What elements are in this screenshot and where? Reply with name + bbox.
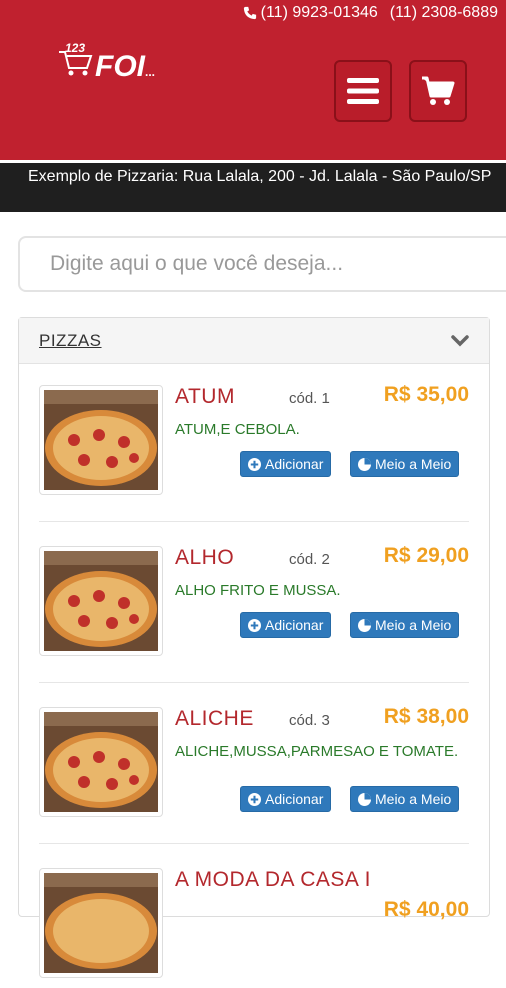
phone-icon (243, 6, 256, 20)
svg-text:...: ... (145, 65, 155, 79)
svg-text:123: 123 (65, 41, 85, 55)
search-box[interactable] (18, 236, 506, 292)
brand-logo[interactable]: 123 FOI ... (55, 38, 165, 84)
half-half-button-label: Meio a Meio (375, 791, 452, 807)
brand-logo-graphic: 123 FOI ... (59, 41, 155, 83)
add-button-label: Adicionar (265, 791, 324, 807)
product-image[interactable] (39, 868, 163, 978)
store-address-bar: Exemplo de Pizzaria: Rua Lalala, 200 - J… (0, 160, 506, 212)
product-item: ALHO cód. 2 R$ 29,00 ALHO FRITO E MUSSA.… (39, 544, 469, 666)
product-name: A MODA DA CASA I (175, 868, 371, 891)
product-image[interactable] (39, 707, 163, 817)
plus-circle-icon (248, 618, 261, 632)
phone-2[interactable]: (11) 2308-6889 (390, 4, 498, 22)
half-half-button-label: Meio a Meio (375, 456, 452, 472)
product-description: ATUM,E CEBOLA. (175, 421, 300, 438)
product-image[interactable] (39, 546, 163, 656)
half-half-button-label: Meio a Meio (375, 617, 452, 633)
product-description: ALHO FRITO E MUSSA. (175, 582, 341, 599)
category-panel: PIZZAS ATUM cód. 1 R$ 35,00 ATUM,E CEBOL… (18, 317, 490, 978)
menu-button[interactable] (334, 60, 392, 122)
add-button[interactable]: Adicionar (240, 451, 332, 477)
store-address-text: Exemplo de Pizzaria: Rua Lalala, 200 - J… (28, 168, 492, 185)
product-description: ALICHE,MUSSA,PARMESAO E TOMATE. (175, 743, 459, 760)
product-code: cód. 3 (289, 712, 330, 729)
product-code: cód. 2 (289, 551, 330, 568)
product-item: ATUM cód. 1 R$ 35,00 ATUM,E CEBOLA. Adic… (39, 383, 469, 505)
category-title[interactable]: PIZZAS (39, 331, 102, 351)
phone-1-text: (11) 9923-01346 (260, 4, 378, 21)
product-name: ATUM (175, 385, 235, 408)
product-image[interactable] (39, 385, 163, 495)
product-code: cód. 1 (289, 390, 330, 407)
pie-chart-icon (358, 618, 371, 632)
add-button-label: Adicionar (265, 456, 324, 472)
product-price: R$ 40,00 (383, 898, 469, 921)
product-item: A MODA DA CASA I R$ 40,00 (39, 868, 469, 988)
half-half-button[interactable]: Meio a Meio (350, 786, 460, 812)
phone-numbers: (11) 9923-01346 (11) 2308-6889 (243, 4, 498, 22)
pie-chart-icon (358, 792, 371, 806)
pizza-image (44, 390, 158, 490)
add-button-label: Adicionar (265, 617, 324, 633)
app-header: (11) 9923-01346 (11) 2308-6889 123 FOI .… (0, 0, 506, 160)
plus-circle-icon (248, 792, 261, 806)
divider (39, 682, 469, 683)
product-price: R$ 35,00 (383, 383, 469, 406)
divider (39, 843, 469, 844)
pizza-image (44, 712, 158, 812)
add-button[interactable]: Adicionar (240, 612, 332, 638)
plus-circle-icon (248, 457, 261, 471)
add-button[interactable]: Adicionar (240, 786, 332, 812)
search-input[interactable] (50, 252, 486, 276)
category-header[interactable]: PIZZAS (19, 318, 489, 364)
pizza-image (44, 873, 158, 973)
divider (39, 521, 469, 522)
pizza-image (44, 551, 158, 651)
pie-chart-icon (358, 457, 371, 471)
product-price: R$ 38,00 (383, 705, 469, 728)
phone-1[interactable]: (11) 9923-01346 (243, 4, 378, 22)
half-half-button[interactable]: Meio a Meio (350, 451, 460, 477)
hamburger-icon (347, 78, 379, 104)
cart-button[interactable] (409, 60, 467, 122)
product-item: ALICHE cód. 3 R$ 38,00 ALICHE,MUSSA,PARM… (39, 705, 469, 837)
product-price: R$ 29,00 (383, 544, 469, 567)
product-name: ALICHE (175, 707, 254, 730)
half-half-button[interactable]: Meio a Meio (350, 612, 460, 638)
phone-2-text: (11) 2308-6889 (389, 4, 498, 21)
shopping-cart-icon (422, 76, 455, 105)
product-name: ALHO (175, 546, 235, 569)
chevron-down-icon[interactable] (451, 334, 469, 347)
svg-text:FOI: FOI (95, 50, 146, 83)
